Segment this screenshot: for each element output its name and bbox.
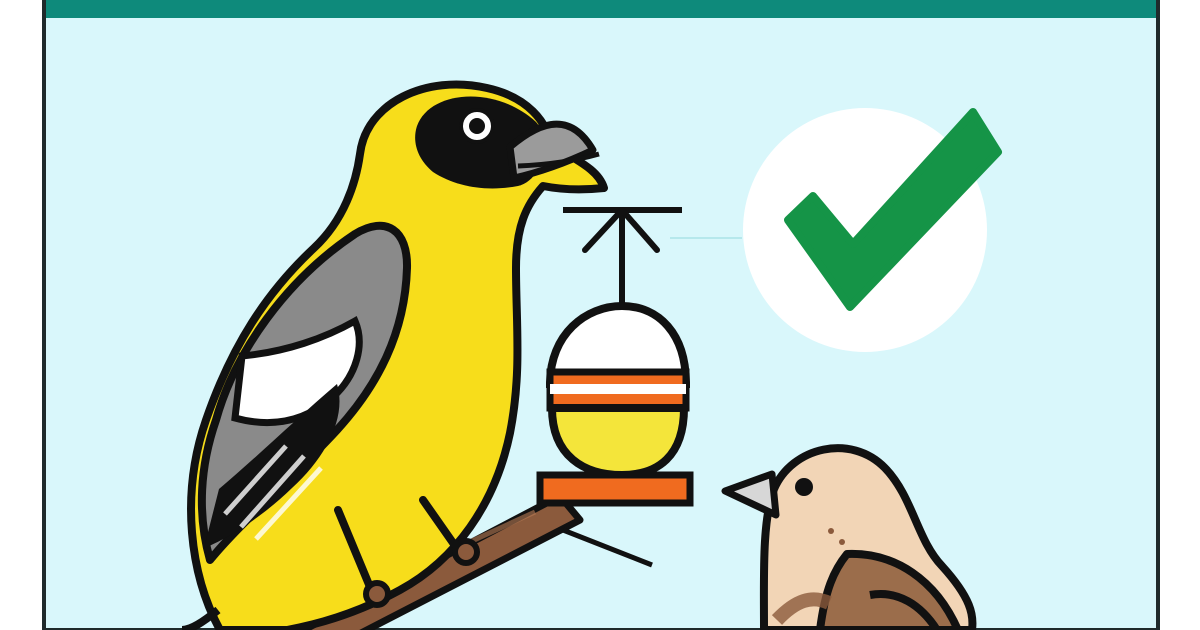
small-bird-eye-icon [795, 478, 813, 496]
illustration-canvas [0, 0, 1200, 630]
top-bar [46, 0, 1156, 18]
bird-feeder-illustration [0, 0, 1200, 630]
